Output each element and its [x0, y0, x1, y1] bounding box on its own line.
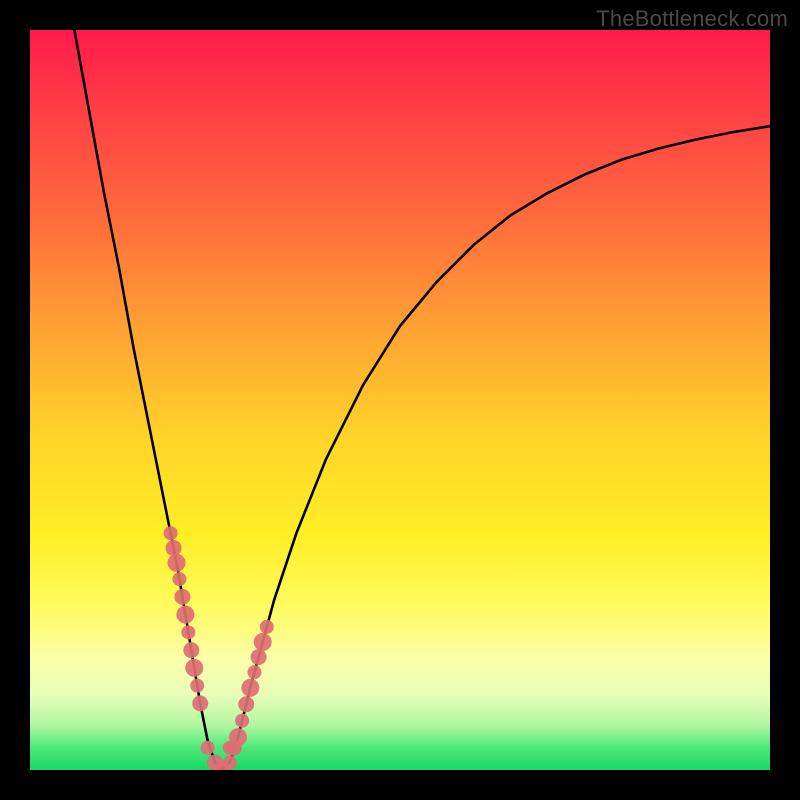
data-marker — [260, 620, 274, 634]
data-marker — [174, 589, 190, 605]
data-marker — [238, 696, 254, 712]
data-marker — [176, 606, 194, 624]
data-marker — [254, 633, 272, 651]
data-marker — [185, 659, 203, 677]
chart-frame: TheBottleneck.com — [0, 0, 800, 800]
data-marker — [190, 679, 204, 693]
watermark-text: TheBottleneck.com — [596, 6, 788, 32]
data-marker — [192, 695, 208, 711]
data-marker — [172, 572, 186, 586]
data-marker — [201, 741, 215, 755]
data-marker — [241, 679, 259, 697]
plot-area — [30, 30, 770, 770]
data-marker — [223, 756, 237, 770]
data-marker — [164, 526, 178, 540]
marker-layer — [164, 526, 274, 770]
data-marker — [168, 554, 186, 572]
data-marker — [235, 714, 249, 728]
chart-svg — [30, 30, 770, 770]
data-marker — [247, 665, 261, 679]
data-marker — [181, 625, 195, 639]
data-marker — [166, 540, 182, 556]
bottleneck-curve — [74, 30, 770, 770]
data-marker — [251, 649, 267, 665]
data-marker — [229, 728, 247, 746]
data-marker — [183, 642, 199, 658]
